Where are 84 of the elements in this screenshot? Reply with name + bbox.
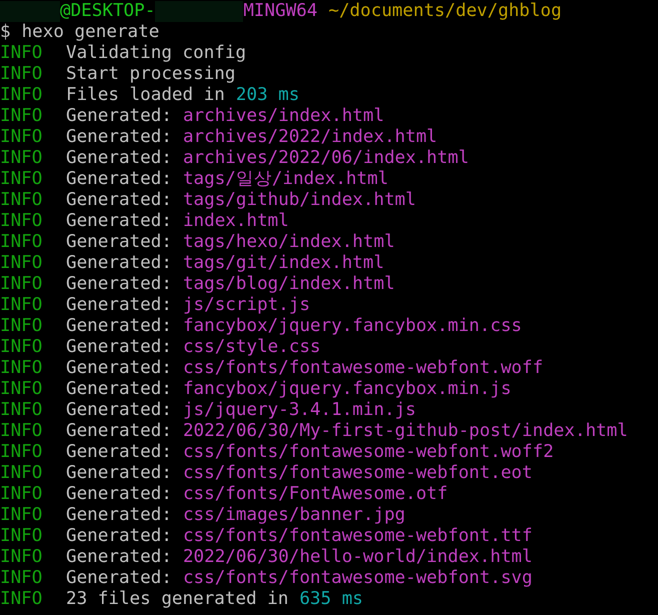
- file-path: fancybox/jquery.fancybox.min.css: [182, 316, 522, 337]
- log-level: INFO: [0, 295, 44, 316]
- file-path: archives/2022/index.html: [182, 127, 438, 148]
- log-level: INFO: [0, 148, 44, 169]
- log-message: Generated:: [66, 106, 172, 127]
- file-path: tags/hexo/index.html: [182, 232, 395, 253]
- log-level: INFO: [0, 106, 44, 127]
- file-path: css/fonts/fontawesome-webfont.ttf: [182, 526, 532, 547]
- log-message: Generated:: [66, 358, 172, 379]
- log-level: INFO: [0, 43, 44, 64]
- file-path: js/script.js: [182, 295, 310, 316]
- log-message: Generated:: [66, 379, 172, 400]
- prompt-path: ~/documents/dev/ghblog: [328, 1, 562, 22]
- command-text: hexo generate: [22, 22, 160, 43]
- log-message: Generated:: [66, 463, 172, 484]
- log-level: INFO: [0, 547, 44, 568]
- log-message: Generated:: [66, 190, 172, 211]
- log-level: INFO: [0, 64, 44, 85]
- file-path: archives/2022/06/index.html: [182, 148, 469, 169]
- log-level: INFO: [0, 505, 44, 526]
- file-path: tags/github/index.html: [182, 190, 416, 211]
- log-level: INFO: [0, 274, 44, 295]
- file-path: tags/blog/index.html: [182, 274, 395, 295]
- log-message: Start processing: [66, 64, 236, 85]
- file-path: 2022/06/30/My-first-github-post/index.html: [182, 421, 628, 442]
- log-level: INFO: [0, 400, 44, 421]
- log-message: Generated:: [66, 337, 172, 358]
- log-message: Generated:: [66, 127, 172, 148]
- log-level: INFO: [0, 442, 44, 463]
- log-message: Generated:: [66, 547, 172, 568]
- prompt-system: MINGW64: [243, 1, 318, 22]
- file-path: archives/index.html: [182, 106, 384, 127]
- file-path: js/jquery-3.4.1.min.js: [182, 400, 416, 421]
- duration: 203 ms: [236, 85, 300, 106]
- file-path: css/fonts/fontawesome-webfont.svg: [182, 568, 532, 589]
- log-level: INFO: [0, 589, 44, 610]
- log-level: INFO: [0, 85, 44, 106]
- file-path: css/fonts/fontawesome-webfont.woff2: [182, 442, 554, 463]
- log-message: Generated:: [66, 211, 172, 232]
- file-path: css/fonts/FontAwesome.otf: [182, 484, 448, 505]
- log-level: INFO: [0, 190, 44, 211]
- log-level: INFO: [0, 127, 44, 148]
- duration: 635 ms: [299, 589, 364, 610]
- log-message: Generated:: [66, 316, 172, 337]
- file-path: 2022/06/30/hello-world/index.html: [182, 547, 532, 568]
- log-message: 23 files generated in: [66, 589, 288, 610]
- log-message: Generated:: [66, 274, 172, 295]
- log-level: INFO: [0, 169, 44, 190]
- log-message: Generated:: [66, 505, 172, 526]
- log-message: Generated:: [66, 526, 172, 547]
- log-message: Generated:: [66, 169, 172, 190]
- prompt-user: @DESKTOP-: [60, 1, 156, 22]
- log-level: INFO: [0, 253, 44, 274]
- log-level: INFO: [0, 379, 44, 400]
- log-level: INFO: [0, 337, 44, 358]
- log-message: Generated:: [66, 232, 172, 253]
- file-path: tags/일상/index.html: [182, 169, 388, 190]
- log-level: INFO: [0, 463, 44, 484]
- log-message: Generated:: [66, 253, 172, 274]
- log-level: INFO: [0, 526, 44, 547]
- log-message: Generated:: [66, 484, 172, 505]
- log-message: Generated:: [66, 421, 172, 442]
- prompt-symbol: $: [0, 22, 11, 43]
- file-path: fancybox/jquery.fancybox.min.js: [182, 379, 512, 400]
- file-path: tags/git/index.html: [182, 253, 384, 274]
- log-message: Validating config: [66, 43, 246, 64]
- log-level: INFO: [0, 568, 44, 589]
- file-path: index.html: [182, 211, 289, 232]
- log-level: INFO: [0, 211, 44, 232]
- file-path: css/style.css: [182, 337, 321, 358]
- log-level: INFO: [0, 232, 44, 253]
- log-level: INFO: [0, 484, 44, 505]
- log-message: Generated:: [66, 568, 172, 589]
- log-message: Generated:: [66, 295, 172, 316]
- log-message: Generated:: [66, 442, 172, 463]
- log-level: INFO: [0, 421, 44, 442]
- log-level: INFO: [0, 316, 44, 337]
- log-message: Generated:: [66, 400, 172, 421]
- file-path: css/images/banner.jpg: [182, 505, 406, 526]
- log-level: INFO: [0, 358, 44, 379]
- file-path: css/fonts/fontawesome-webfont.woff: [182, 358, 544, 379]
- file-path: css/fonts/fontawesome-webfont.eot: [182, 463, 532, 484]
- log-message: Files loaded in: [66, 85, 225, 106]
- log-message: Generated:: [66, 148, 172, 169]
